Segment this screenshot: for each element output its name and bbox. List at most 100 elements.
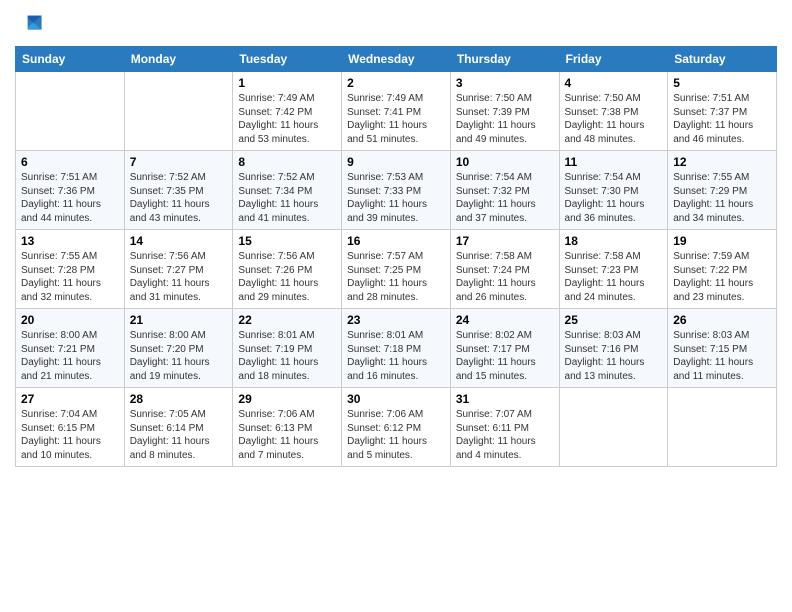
week-row-3: 13 Sunrise: 7:55 AM Sunset: 7:28 PM Dayli…: [16, 230, 777, 309]
day-number: 12: [673, 155, 771, 169]
day-info: Sunrise: 8:03 AM Sunset: 7:15 PM Dayligh…: [673, 329, 771, 383]
day-number: 28: [130, 392, 228, 406]
day-number: 15: [238, 234, 336, 248]
day-cell: 11Sunrise: 7:54 AM Sunset: 7:30 PM Dayli…: [559, 151, 668, 230]
day-info: Sunrise: 8:03 AM Sunset: 7:16 PM Dayligh…: [565, 329, 663, 383]
day-header-thursday: Thursday: [450, 47, 559, 72]
day-number: 31: [456, 392, 554, 406]
day-info: Sunrise: 8:00 AM Sunset: 7:21 PM Dayligh…: [21, 329, 119, 383]
day-cell: 3Sunrise: 7:50 AM Sunset: 7:39 PM Daylig…: [450, 72, 559, 151]
week-row-4: 20 Sunrise: 8:00 AM Sunset: 7:21 PM Dayli…: [16, 309, 777, 388]
day-cell: 24Sunrise: 8:02 AM Sunset: 7:17 PM Dayli…: [450, 309, 559, 388]
day-number: 16: [347, 234, 445, 248]
day-cell: 22 Sunrise: 8:01 AM Sunset: 7:19 PM Dayli…: [233, 309, 342, 388]
day-cell: 17 Sunrise: 7:58 AM Sunset: 7:24 PM Dayli…: [450, 230, 559, 309]
day-cell: 5 Sunrise: 7:51 AM Sunset: 7:37 PM Daylig…: [668, 72, 777, 151]
day-number: 4: [565, 76, 663, 90]
day-cell: 16 Sunrise: 7:57 AM Sunset: 7:25 PM Dayli…: [342, 230, 451, 309]
day-header-friday: Friday: [559, 47, 668, 72]
day-info: Sunrise: 7:51 AM Sunset: 7:36 PM Dayligh…: [21, 171, 119, 225]
day-info: Sunrise: 8:01 AM Sunset: 7:19 PM Dayligh…: [238, 329, 336, 383]
day-info: Sunrise: 7:06 AM Sunset: 6:13 PM Dayligh…: [238, 408, 336, 462]
day-cell: 19 Sunrise: 7:59 AM Sunset: 7:22 PM Dayli…: [668, 230, 777, 309]
calendar-table: SundayMondayTuesdayWednesdayThursdayFrid…: [15, 46, 777, 467]
day-number: 19: [673, 234, 771, 248]
day-info: Sunrise: 8:02 AM Sunset: 7:17 PM Dayligh…: [456, 329, 554, 383]
day-header-row: SundayMondayTuesdayWednesdayThursdayFrid…: [16, 47, 777, 72]
day-header-monday: Monday: [124, 47, 233, 72]
day-cell: [668, 388, 777, 467]
day-header-sunday: Sunday: [16, 47, 125, 72]
day-number: 5: [673, 76, 771, 90]
day-cell: 21Sunrise: 8:00 AM Sunset: 7:20 PM Dayli…: [124, 309, 233, 388]
logo: [15, 10, 47, 38]
day-cell: 1Sunrise: 7:49 AM Sunset: 7:42 PM Daylig…: [233, 72, 342, 151]
day-number: 8: [238, 155, 336, 169]
day-cell: 12 Sunrise: 7:55 AM Sunset: 7:29 PM Dayli…: [668, 151, 777, 230]
day-number: 2: [347, 76, 445, 90]
day-cell: 14 Sunrise: 7:56 AM Sunset: 7:27 PM Dayli…: [124, 230, 233, 309]
logo-icon: [15, 10, 43, 38]
day-number: 17: [456, 234, 554, 248]
day-info: Sunrise: 7:56 AM Sunset: 7:26 PM Dayligh…: [238, 250, 336, 304]
day-number: 23: [347, 313, 445, 327]
day-info: Sunrise: 7:54 AM Sunset: 7:30 PM Dayligh…: [565, 171, 663, 225]
day-info: Sunrise: 7:52 AM Sunset: 7:35 PM Dayligh…: [130, 171, 228, 225]
day-info: Sunrise: 7:53 AM Sunset: 7:33 PM Dayligh…: [347, 171, 445, 225]
day-info: Sunrise: 7:05 AM Sunset: 6:14 PM Dayligh…: [130, 408, 228, 462]
day-cell: 28 Sunrise: 7:05 AM Sunset: 6:14 PM Dayli…: [124, 388, 233, 467]
day-number: 25: [565, 313, 663, 327]
day-info: Sunrise: 7:06 AM Sunset: 6:12 PM Dayligh…: [347, 408, 445, 462]
day-number: 30: [347, 392, 445, 406]
day-cell: 31 Sunrise: 7:07 AM Sunset: 6:11 PM Dayli…: [450, 388, 559, 467]
day-cell: 23 Sunrise: 8:01 AM Sunset: 7:18 PM Dayli…: [342, 309, 451, 388]
day-info: Sunrise: 7:56 AM Sunset: 7:27 PM Dayligh…: [130, 250, 228, 304]
day-number: 29: [238, 392, 336, 406]
day-number: 14: [130, 234, 228, 248]
day-cell: [16, 72, 125, 151]
header: [15, 10, 777, 38]
week-row-1: 1Sunrise: 7:49 AM Sunset: 7:42 PM Daylig…: [16, 72, 777, 151]
day-info: Sunrise: 7:51 AM Sunset: 7:37 PM Dayligh…: [673, 92, 771, 146]
day-cell: 20 Sunrise: 8:00 AM Sunset: 7:21 PM Dayli…: [16, 309, 125, 388]
day-info: Sunrise: 7:55 AM Sunset: 7:29 PM Dayligh…: [673, 171, 771, 225]
day-number: 22: [238, 313, 336, 327]
day-info: Sunrise: 7:59 AM Sunset: 7:22 PM Dayligh…: [673, 250, 771, 304]
day-cell: [124, 72, 233, 151]
day-header-saturday: Saturday: [668, 47, 777, 72]
day-cell: [559, 388, 668, 467]
day-cell: 6Sunrise: 7:51 AM Sunset: 7:36 PM Daylig…: [16, 151, 125, 230]
day-cell: 4 Sunrise: 7:50 AM Sunset: 7:38 PM Daylig…: [559, 72, 668, 151]
day-number: 13: [21, 234, 119, 248]
day-info: Sunrise: 7:50 AM Sunset: 7:39 PM Dayligh…: [456, 92, 554, 146]
day-info: Sunrise: 7:57 AM Sunset: 7:25 PM Dayligh…: [347, 250, 445, 304]
day-number: 26: [673, 313, 771, 327]
day-cell: 27Sunrise: 7:04 AM Sunset: 6:15 PM Dayli…: [16, 388, 125, 467]
day-number: 9: [347, 155, 445, 169]
day-info: Sunrise: 7:55 AM Sunset: 7:28 PM Dayligh…: [21, 250, 119, 304]
page: SundayMondayTuesdayWednesdayThursdayFrid…: [0, 0, 792, 612]
day-cell: 18 Sunrise: 7:58 AM Sunset: 7:23 PM Dayli…: [559, 230, 668, 309]
day-cell: 29 Sunrise: 7:06 AM Sunset: 6:13 PM Dayli…: [233, 388, 342, 467]
day-info: Sunrise: 7:50 AM Sunset: 7:38 PM Dayligh…: [565, 92, 663, 146]
day-number: 20: [21, 313, 119, 327]
day-info: Sunrise: 7:49 AM Sunset: 7:41 PM Dayligh…: [347, 92, 445, 146]
day-info: Sunrise: 8:01 AM Sunset: 7:18 PM Dayligh…: [347, 329, 445, 383]
day-number: 10: [456, 155, 554, 169]
day-info: Sunrise: 7:58 AM Sunset: 7:24 PM Dayligh…: [456, 250, 554, 304]
day-info: Sunrise: 7:07 AM Sunset: 6:11 PM Dayligh…: [456, 408, 554, 462]
week-row-5: 27Sunrise: 7:04 AM Sunset: 6:15 PM Dayli…: [16, 388, 777, 467]
day-cell: 2 Sunrise: 7:49 AM Sunset: 7:41 PM Daylig…: [342, 72, 451, 151]
day-cell: 9 Sunrise: 7:53 AM Sunset: 7:33 PM Daylig…: [342, 151, 451, 230]
day-number: 21: [130, 313, 228, 327]
day-info: Sunrise: 7:52 AM Sunset: 7:34 PM Dayligh…: [238, 171, 336, 225]
day-cell: 15 Sunrise: 7:56 AM Sunset: 7:26 PM Dayli…: [233, 230, 342, 309]
day-number: 7: [130, 155, 228, 169]
day-number: 18: [565, 234, 663, 248]
day-cell: 13 Sunrise: 7:55 AM Sunset: 7:28 PM Dayli…: [16, 230, 125, 309]
day-info: Sunrise: 7:58 AM Sunset: 7:23 PM Dayligh…: [565, 250, 663, 304]
week-row-2: 6Sunrise: 7:51 AM Sunset: 7:36 PM Daylig…: [16, 151, 777, 230]
day-cell: 8 Sunrise: 7:52 AM Sunset: 7:34 PM Daylig…: [233, 151, 342, 230]
day-cell: 7 Sunrise: 7:52 AM Sunset: 7:35 PM Daylig…: [124, 151, 233, 230]
day-number: 27: [21, 392, 119, 406]
